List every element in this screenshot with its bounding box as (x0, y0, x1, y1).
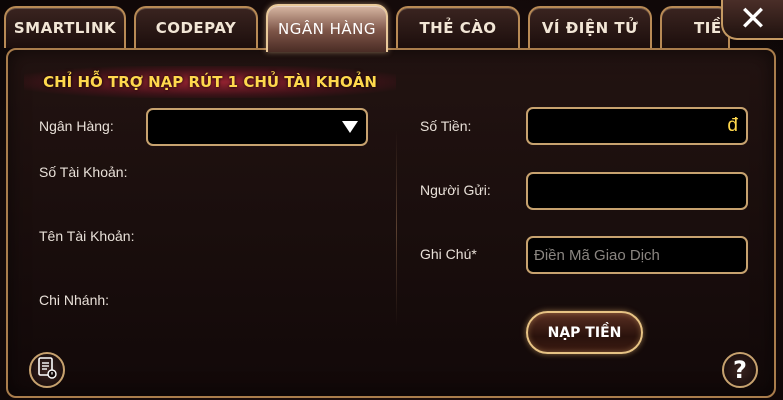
account-name-label: Tên Tài Khoản: (39, 228, 135, 244)
tab-withdraw[interactable]: TIỀ (660, 6, 730, 48)
tab-smartlink[interactable]: SMARTLINK (4, 6, 126, 48)
help-icon: ? (733, 356, 747, 384)
content-panel (6, 48, 776, 398)
tab-label: VÍ ĐIỆN TỬ (541, 19, 639, 37)
deposit-dialog: SMARTLINK CODEPAY NGÂN HÀNG THẺ CÀO VÍ Đ… (0, 0, 783, 400)
bank-select[interactable] (146, 108, 368, 146)
amount-input[interactable] (534, 109, 734, 143)
deposit-button[interactable]: NẠP TIỀN (526, 311, 643, 354)
bank-label: Ngân Hàng: (39, 118, 114, 134)
account-number-label: Số Tài Khoản: (39, 164, 128, 180)
tab-label: NGÂN HÀNG (278, 20, 376, 38)
amount-field[interactable]: đ (526, 107, 748, 145)
sender-input[interactable] (534, 174, 734, 208)
tab-e-wallet[interactable]: VÍ ĐIỆN TỬ (528, 6, 652, 48)
sender-label: Người Gửi: (420, 182, 491, 198)
currency-symbol: đ (727, 115, 738, 136)
amount-label: Số Tiền: (420, 118, 472, 134)
deposit-button-label: NẠP TIỀN (547, 324, 622, 341)
notice-text: CHỈ HỖ TRỢ NẠP RÚT 1 CHỦ TÀI KHOẢN (43, 73, 377, 91)
tab-bank[interactable]: NGÂN HÀNG (266, 4, 388, 52)
sender-field[interactable] (526, 172, 748, 210)
close-button[interactable]: ✕ (721, 0, 783, 40)
history-icon (37, 357, 57, 383)
chevron-down-icon (342, 121, 358, 133)
history-button[interactable] (29, 352, 65, 388)
tab-label: CODEPAY (155, 19, 237, 37)
note-input[interactable] (534, 238, 734, 272)
note-field[interactable] (526, 236, 748, 274)
note-label: Ghi Chú* (420, 246, 477, 262)
tab-label: THẺ CÀO (419, 19, 497, 37)
tab-codepay[interactable]: CODEPAY (134, 6, 258, 48)
branch-label: Chi Nhánh: (39, 292, 110, 308)
notice-banner: CHỈ HỖ TRỢ NẠP RÚT 1 CHỦ TÀI KHOẢN (24, 66, 396, 98)
tab-label: SMARTLINK (13, 19, 117, 37)
tab-card[interactable]: THẺ CÀO (396, 6, 520, 48)
help-button[interactable]: ? (722, 352, 758, 388)
tab-label: TIỀ (694, 19, 722, 37)
divider (396, 130, 397, 326)
close-icon: ✕ (738, 0, 768, 39)
